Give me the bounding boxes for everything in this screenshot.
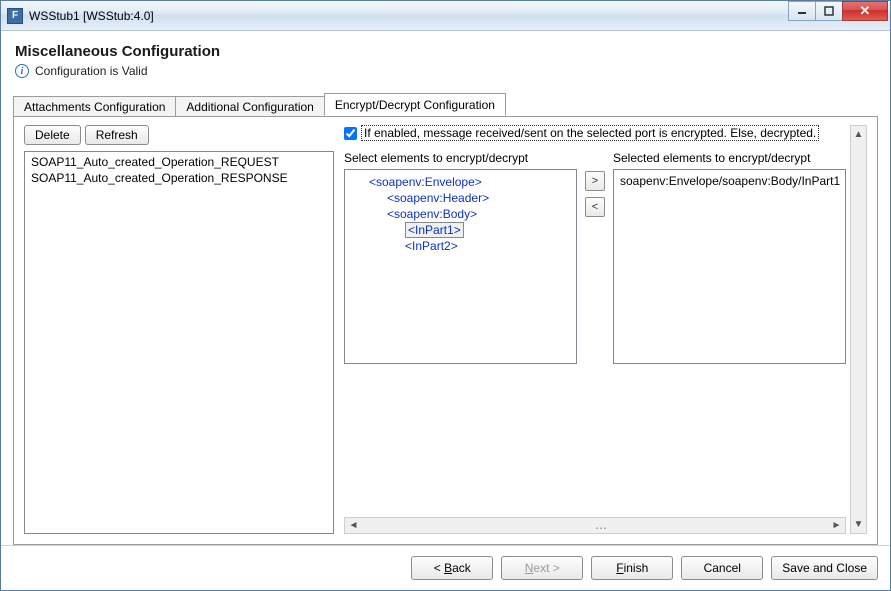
- available-elements-column: Select elements to encrypt/decrypt <soap…: [344, 151, 577, 513]
- next-rest: ext >: [533, 561, 559, 575]
- finish-rest: inish: [624, 561, 649, 575]
- list-item[interactable]: SOAP11_Auto_created_Operation_REQUEST: [27, 154, 331, 170]
- close-button[interactable]: ✕: [842, 1, 888, 21]
- scroll-left-icon[interactable]: ◄: [345, 518, 362, 533]
- save-and-close-button[interactable]: Save and Close: [771, 556, 878, 580]
- tree-node-selected[interactable]: <InPart1>: [405, 222, 464, 238]
- maximize-button[interactable]: [815, 1, 843, 21]
- tab-encrypt-decrypt[interactable]: Encrypt/Decrypt Configuration: [324, 93, 506, 116]
- move-right-button[interactable]: >: [585, 171, 605, 191]
- tab-panel-encrypt: Delete Refresh SOAP11_Auto_created_Opera…: [13, 116, 878, 545]
- mover-column: > <: [583, 151, 607, 513]
- list-item[interactable]: SOAP11_Auto_created_Operation_RESPONSE: [27, 170, 331, 186]
- refresh-button[interactable]: Refresh: [85, 125, 149, 145]
- app-icon: F: [7, 8, 23, 24]
- selected-elements-column: Selected elements to encrypt/decrypt soa…: [613, 151, 846, 513]
- tree-node[interactable]: <soapenv:Envelope>: [351, 174, 570, 190]
- window-buttons: ✕: [789, 1, 888, 21]
- status-line: i Configuration is Valid: [15, 64, 876, 78]
- page-title: Miscellaneous Configuration: [15, 43, 876, 60]
- tabs-region: Attachments Configuration Additional Con…: [13, 93, 878, 545]
- tab-bar: Attachments Configuration Additional Con…: [13, 93, 878, 116]
- element-tree[interactable]: <soapenv:Envelope> <soapenv:Header> <soa…: [344, 169, 577, 364]
- titlebar: F WSStub1 [WSStub:4.0] ✕: [1, 1, 890, 31]
- scroll-right-icon[interactable]: ►: [828, 518, 845, 533]
- finish-button[interactable]: Finish: [591, 556, 673, 580]
- back-prefix: <: [434, 561, 444, 575]
- delete-button[interactable]: Delete: [24, 125, 81, 145]
- enable-encrypt-label: If enabled, message received/sent on the…: [361, 125, 819, 141]
- back-button[interactable]: < Back: [411, 556, 493, 580]
- toolbar-row: Delete Refresh: [24, 125, 334, 145]
- close-icon: ✕: [860, 3, 871, 19]
- enable-encrypt-checkbox[interactable]: [344, 127, 357, 140]
- minimize-icon: [797, 6, 807, 16]
- list-item[interactable]: soapenv:Envelope/soapenv:Body/InPart1: [620, 174, 839, 188]
- available-elements-label: Select elements to encrypt/decrypt: [344, 151, 577, 165]
- tree-node[interactable]: <InPart2>: [351, 238, 570, 254]
- scroll-down-icon[interactable]: ▼: [851, 516, 866, 533]
- dialog-window: F WSStub1 [WSStub:4.0] ✕ Miscellaneous C…: [0, 0, 891, 591]
- enable-encrypt-row: If enabled, message received/sent on the…: [344, 125, 846, 141]
- tree-node[interactable]: <soapenv:Body>: [351, 206, 570, 222]
- minimize-button[interactable]: [788, 1, 816, 21]
- scroll-up-icon[interactable]: ▲: [851, 126, 866, 143]
- operation-listbox[interactable]: SOAP11_Auto_created_Operation_REQUEST SO…: [24, 151, 334, 534]
- selected-elements-list[interactable]: soapenv:Envelope/soapenv:Body/InPart1: [613, 169, 846, 364]
- cancel-button[interactable]: Cancel: [681, 556, 763, 580]
- info-icon: i: [15, 64, 29, 78]
- window-title: WSStub1 [WSStub:4.0]: [29, 9, 789, 23]
- selected-elements-label: Selected elements to encrypt/decrypt: [613, 151, 846, 165]
- back-mnemonic: B: [444, 561, 452, 575]
- scroll-grip-icon: ⋯: [595, 521, 604, 530]
- header-region: Miscellaneous Configuration i Configurat…: [1, 31, 890, 87]
- finish-mnemonic: F: [616, 561, 623, 575]
- tab-additional[interactable]: Additional Configuration: [175, 96, 324, 117]
- status-text: Configuration is Valid: [35, 64, 148, 78]
- back-rest: ack: [452, 561, 471, 575]
- footer: < Back Next > Finish Cancel Save and Clo…: [1, 545, 890, 590]
- move-left-button[interactable]: <: [585, 197, 605, 217]
- tab-attachments[interactable]: Attachments Configuration: [13, 96, 176, 117]
- next-button: Next >: [501, 556, 583, 580]
- left-column: Delete Refresh SOAP11_Auto_created_Opera…: [24, 125, 334, 534]
- maximize-icon: [824, 6, 834, 16]
- right-column: If enabled, message received/sent on the…: [344, 125, 867, 534]
- vertical-scrollbar[interactable]: ▲ ▼: [850, 125, 867, 534]
- encrypt-area: Select elements to encrypt/decrypt <soap…: [344, 151, 846, 513]
- horizontal-scrollbar[interactable]: ◄ ⋯ ►: [344, 517, 846, 534]
- tree-node[interactable]: <soapenv:Header>: [351, 190, 570, 206]
